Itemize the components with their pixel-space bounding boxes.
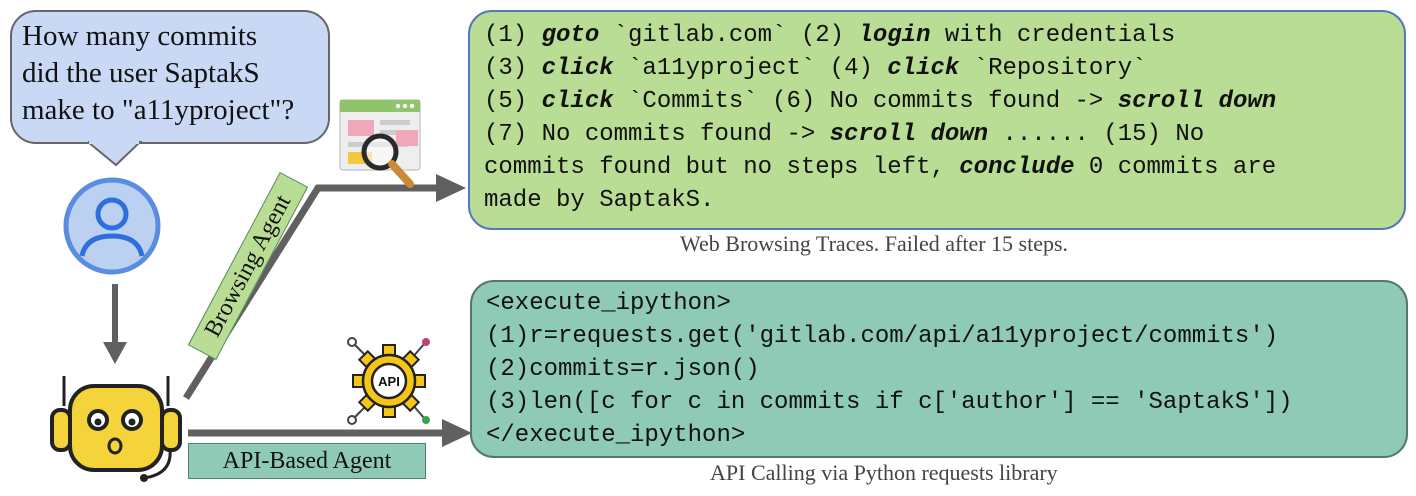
browsing-trace-panel: (1) goto `gitlab.com` (2) login with cre… (468, 10, 1406, 230)
trace-text: (7) No commits found -> (484, 121, 830, 148)
api-code-line-5: </execute_ipython> (486, 422, 746, 449)
api-arrowhead (442, 419, 472, 447)
trace-text: commits found but no steps left, (484, 154, 960, 181)
trace-text: (1) (484, 22, 542, 49)
trace-text: (5) (484, 88, 542, 115)
trace-text: ...... (15) No (988, 121, 1205, 148)
api-code-line-2: (1)r=requests.get('gitlab.com/api/a11ypr… (486, 323, 1279, 350)
trace-text: `a11yproject` (4) (613, 55, 888, 82)
action-keyword: conclude (959, 154, 1075, 181)
browsing-code-line-6: made by SaptakS. (484, 187, 714, 214)
browsing-code-line-1: (1) goto `gitlab.com` (2) login with cre… (484, 22, 1175, 49)
trace-text: (3) (484, 55, 542, 82)
api-gear-icon: API (347, 337, 430, 425)
api-trace-panel: <execute_ipython> (1)r=requests.get('git… (470, 280, 1408, 458)
action-keyword: scroll down (829, 121, 989, 148)
browser-search-icon (339, 99, 421, 188)
browsing-code-line-4: (7) No commits found -> scroll down ....… (484, 121, 1204, 148)
action-keyword: login (858, 22, 931, 49)
api-trace-caption: API Calling via Python requests library (710, 460, 1058, 485)
browsing-trace-caption: Web Browsing Traces. Failed after 15 ste… (680, 231, 1069, 256)
api-code-line-1: <execute_ipython> (486, 290, 731, 317)
svg-text:API: API (378, 374, 400, 389)
browsing-arrowhead (436, 174, 466, 202)
action-keyword: click (541, 55, 614, 82)
api-agent-label: API-Based Agent (188, 443, 426, 479)
trace-text: `gitlab.com` (2) (599, 22, 859, 49)
action-keyword: click (887, 55, 960, 82)
trace-text: with credentials (930, 22, 1176, 49)
browsing-code-line-3: (5) click `Commits` (6) No commits found… (484, 88, 1276, 115)
api-code-line-3: (2)commits=r.json() (486, 356, 760, 383)
browsing-code-line-5: commits found but no steps left, conclud… (484, 154, 1276, 181)
browsing-code-line-2: (3) click `a11yproject` (4) click `Repos… (484, 55, 1147, 82)
action-keyword: click (541, 88, 614, 115)
trace-text: `Commits` (6) No commits found -> (613, 88, 1118, 115)
action-keyword: goto (541, 22, 600, 49)
action-keyword: scroll down (1117, 88, 1277, 115)
api-code-line-4: (3)len([c for c in commits if c['author'… (486, 389, 1293, 416)
trace-text: made by SaptakS. (484, 187, 715, 214)
trace-text: 0 commits are (1074, 154, 1277, 181)
trace-text: `Repository` (959, 55, 1147, 82)
